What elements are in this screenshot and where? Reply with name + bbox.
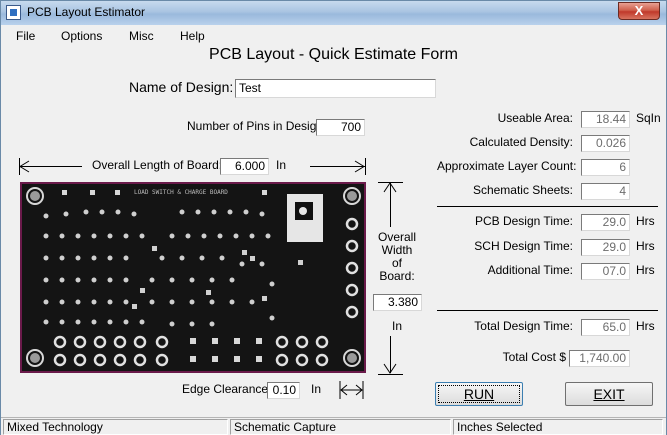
- density-value: 0.026: [581, 135, 630, 152]
- run-button[interactable]: RUN: [435, 382, 523, 406]
- schematic-sheets-value: 4: [581, 183, 630, 200]
- schematic-sheets-label: Schematic Sheets:: [472, 183, 573, 197]
- useable-area-value: 18.44: [581, 111, 630, 128]
- total-cost-label: Total Cost $: [502, 350, 566, 364]
- status-bar: Mixed Technology Schematic Capture Inche…: [1, 417, 666, 435]
- pins-input[interactable]: 700: [316, 119, 365, 136]
- title-bar[interactable]: PCB Layout Estimator X: [1, 1, 666, 25]
- pcb-time-label: PCB Design Time:: [474, 214, 573, 228]
- sch-time-value[interactable]: 29.0: [581, 239, 630, 256]
- sch-time-label: SCH Design Time:: [474, 239, 573, 253]
- length-input[interactable]: 6.000: [220, 158, 269, 175]
- length-unit: In: [276, 158, 287, 172]
- width-arrow-top-line: [390, 183, 391, 227]
- additional-time-unit: Hrs: [636, 263, 655, 277]
- length-arrow-left-icon: [19, 160, 30, 173]
- app-icon[interactable]: [6, 5, 21, 20]
- pcb-time-unit: Hrs: [636, 214, 655, 228]
- form-title: PCB Layout - Quick Estimate Form: [209, 46, 458, 63]
- width-label-line4: Board:: [379, 269, 415, 283]
- menu-help[interactable]: Help: [180, 29, 205, 43]
- sch-time-unit: Hrs: [636, 239, 655, 253]
- menu-options[interactable]: Options: [61, 29, 102, 43]
- results-separator-top: [437, 206, 658, 207]
- density-label: Calculated Density:: [469, 135, 573, 149]
- additional-time-label: Additional Time:: [487, 263, 573, 277]
- close-button[interactable]: X: [618, 2, 660, 20]
- total-time-unit: Hrs: [636, 319, 655, 333]
- pins-label: Number of Pins in Design:: [187, 119, 327, 133]
- total-time-label: Total Design Time:: [474, 319, 573, 333]
- design-name-input[interactable]: Test: [235, 79, 436, 98]
- total-cost-value: 1,740.00: [569, 350, 630, 367]
- app-window: PCB Layout Estimator X File Options Misc…: [0, 0, 667, 435]
- status-technology: Mixed Technology: [3, 419, 228, 435]
- width-input[interactable]: 3.380: [373, 294, 422, 311]
- menu-bar: File Options Misc Help: [1, 26, 666, 45]
- pcb-board-image: LOAD SWITCH & CHARGE BOARD: [20, 182, 366, 373]
- status-capture: Schematic Capture: [230, 419, 451, 435]
- length-tick-left: [19, 158, 20, 175]
- useable-area-label: Useable Area:: [497, 111, 573, 125]
- width-unit: In: [392, 319, 403, 333]
- edge-input[interactable]: 0.10: [267, 382, 300, 399]
- total-time-value: 65.0: [581, 319, 630, 336]
- pcb-board-artwork: LOAD SWITCH & CHARGE BOARD: [26, 187, 361, 367]
- edge-label: Edge Clearance:: [182, 382, 272, 396]
- additional-time-value[interactable]: 07.0: [581, 263, 630, 280]
- layer-count-label: Approximate Layer Count:: [437, 159, 577, 173]
- width-tick-bottom: [378, 374, 403, 375]
- edge-clearance-arrows-icon: [339, 381, 364, 399]
- name-label: Name of Design:: [129, 79, 234, 95]
- length-label: Overall Length of Board:: [92, 158, 223, 172]
- pcb-time-value[interactable]: 29.0: [581, 214, 630, 231]
- length-tick-right: [365, 158, 366, 175]
- results-separator-bottom: [437, 310, 658, 311]
- window-title: PCB Layout Estimator: [27, 5, 146, 19]
- layer-count-value: 6: [581, 159, 630, 176]
- menu-misc[interactable]: Misc: [129, 29, 154, 43]
- useable-area-unit: SqIn: [636, 111, 661, 125]
- svg-text:LOAD SWITCH & CHARGE BOARD: LOAD SWITCH & CHARGE BOARD: [134, 189, 228, 196]
- exit-button[interactable]: EXIT: [565, 382, 653, 406]
- width-label: Overall Width of Board:: [376, 231, 418, 283]
- edge-unit: In: [311, 382, 322, 396]
- menu-file[interactable]: File: [16, 29, 35, 43]
- status-units: Inches Selected: [453, 419, 663, 435]
